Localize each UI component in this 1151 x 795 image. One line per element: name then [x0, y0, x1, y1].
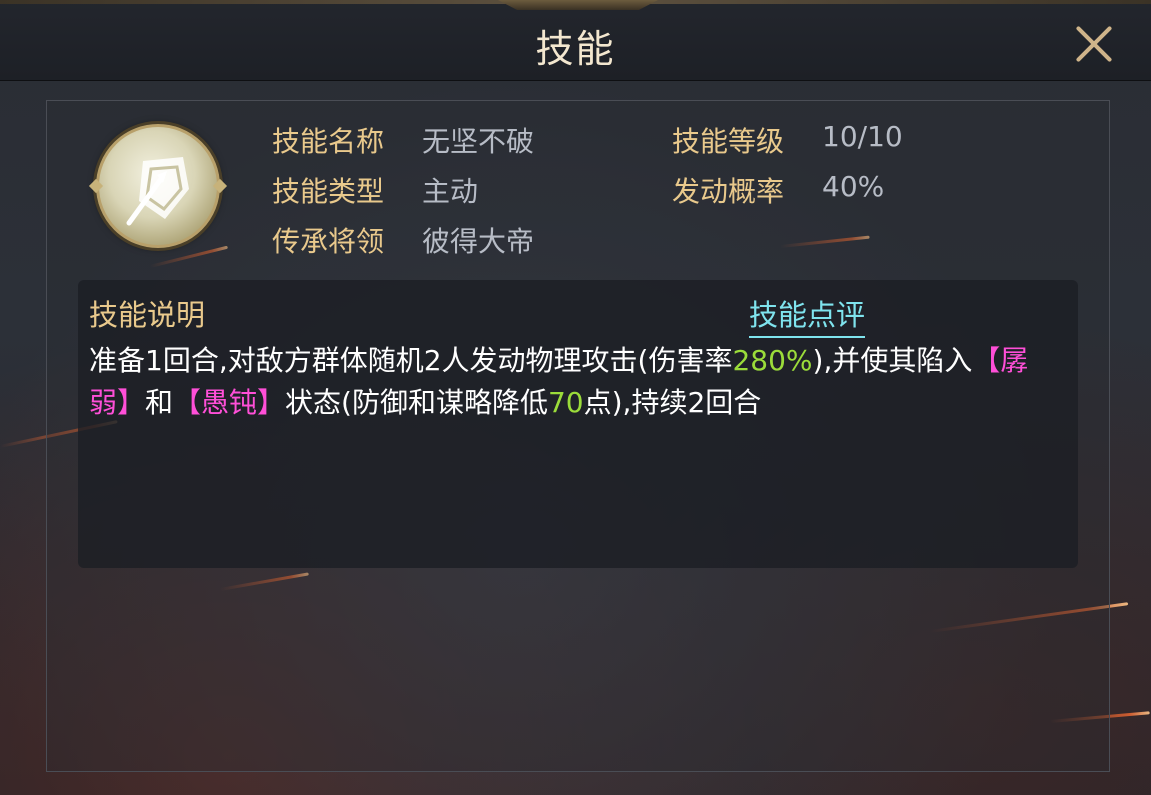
inherit-general-value: 彼得大帝	[422, 225, 535, 258]
skill-type-value: 主动	[422, 175, 479, 208]
description-text: 准备1回合,对敌方群体随机2人发动物理攻击(伤害率280%),并使其陷入【孱弱】…	[89, 340, 1049, 424]
trigger-rate-label: 发动概率	[672, 175, 785, 208]
damage-rate-value: 280%	[732, 344, 813, 377]
close-icon[interactable]	[1068, 18, 1120, 70]
desc-segment: ),并使其陷入	[812, 344, 973, 377]
skill-review-link[interactable]: 技能点评	[749, 292, 866, 338]
skill-level-value: 10/10	[822, 120, 903, 153]
desc-segment: 状态(防御和谋略降低	[285, 386, 548, 419]
desc-segment: 和	[145, 386, 174, 419]
shield-spear-icon	[88, 124, 228, 248]
status-dull-tag: 【愚钝】	[173, 386, 286, 419]
skill-name-value: 无坚不破	[422, 125, 535, 158]
desc-segment: 准备1回合,对敌方群体随机2人发动物理攻击(伤害率	[89, 344, 733, 377]
skill-emblem	[126, 157, 189, 226]
skill-type-label: 技能类型	[272, 175, 385, 208]
title-ornament	[498, 0, 658, 10]
skill-dialog: 技能 技能名称 无坚不破 技能等级 10/10 技能类型 主动 发动概率 40%…	[0, 0, 1151, 795]
description-box	[78, 280, 1078, 568]
skill-name-label: 技能名称	[272, 125, 385, 158]
trigger-rate-value: 40%	[822, 170, 885, 203]
desc-segment: 点),持续2回合	[583, 386, 762, 419]
description-title: 技能说明	[89, 298, 206, 332]
inherit-general-label: 传承将领	[272, 225, 385, 258]
title-bar: 技能	[0, 0, 1151, 81]
dialog-title: 技能	[535, 27, 616, 71]
skill-level-label: 技能等级	[672, 125, 785, 158]
reduction-value: 70	[547, 386, 584, 419]
